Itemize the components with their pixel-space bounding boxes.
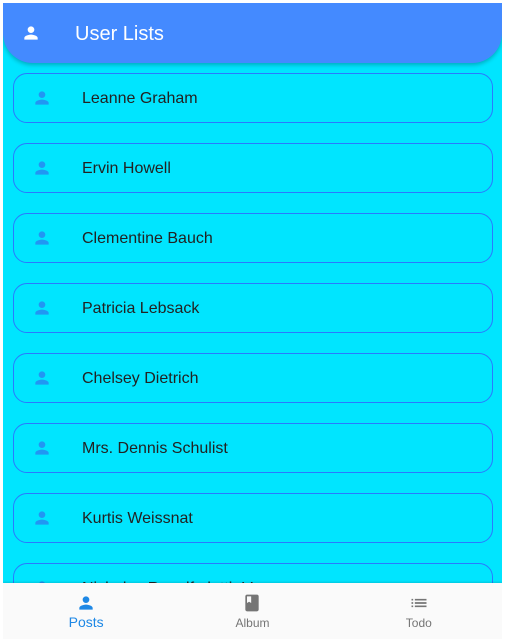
- person-icon: [32, 228, 52, 248]
- nav-label: Todo: [405, 616, 432, 630]
- list-item[interactable]: Leanne Graham: [13, 73, 493, 123]
- user-name: Leanne Graham: [82, 90, 198, 107]
- list-item[interactable]: Clementine Bauch: [13, 213, 493, 263]
- bottom-navigation: Posts Album Todo: [3, 583, 502, 639]
- page-title: User Lists: [75, 23, 164, 45]
- person-icon: [32, 438, 52, 458]
- user-list[interactable]: Leanne Graham Ervin Howell Clementine Bauc…: [3, 3, 502, 583]
- list-item[interactable]: Patricia Lebsack: [13, 283, 493, 333]
- person-icon: [32, 508, 52, 528]
- nav-item-album[interactable]: Album: [169, 583, 335, 639]
- person-icon: [21, 23, 41, 43]
- app-frame: Leanne Graham Ervin Howell Clementine Bauc…: [3, 3, 502, 639]
- nav-label: Posts: [68, 614, 104, 630]
- list-item[interactable]: Ervin Howell: [13, 143, 493, 193]
- user-name: Clementine Bauch: [82, 230, 213, 247]
- user-name: Ervin Howell: [82, 160, 171, 177]
- person-icon: [32, 88, 52, 108]
- list-item[interactable]: Kurtis Weissnat: [13, 493, 493, 543]
- list-icon: [409, 593, 429, 613]
- user-name: Mrs. Dennis Schulist: [82, 440, 228, 457]
- book-icon: [242, 593, 262, 613]
- nav-item-todo[interactable]: Todo: [336, 583, 502, 639]
- user-name: Chelsey Dietrich: [82, 370, 199, 387]
- person-icon: [32, 368, 52, 388]
- person-icon: [32, 298, 52, 318]
- list-item[interactable]: Chelsey Dietrich: [13, 353, 493, 403]
- user-name: Patricia Lebsack: [82, 300, 200, 317]
- list-item[interactable]: Nicholas Runolfsdottir V: [13, 563, 493, 583]
- nav-label: Album: [235, 616, 270, 630]
- person-icon: [76, 593, 96, 613]
- user-name: Kurtis Weissnat: [82, 510, 193, 527]
- list-item[interactable]: Mrs. Dennis Schulist: [13, 423, 493, 473]
- person-icon: [32, 158, 52, 178]
- nav-item-posts[interactable]: Posts: [3, 583, 169, 639]
- app-bar: User Lists: [3, 3, 502, 63]
